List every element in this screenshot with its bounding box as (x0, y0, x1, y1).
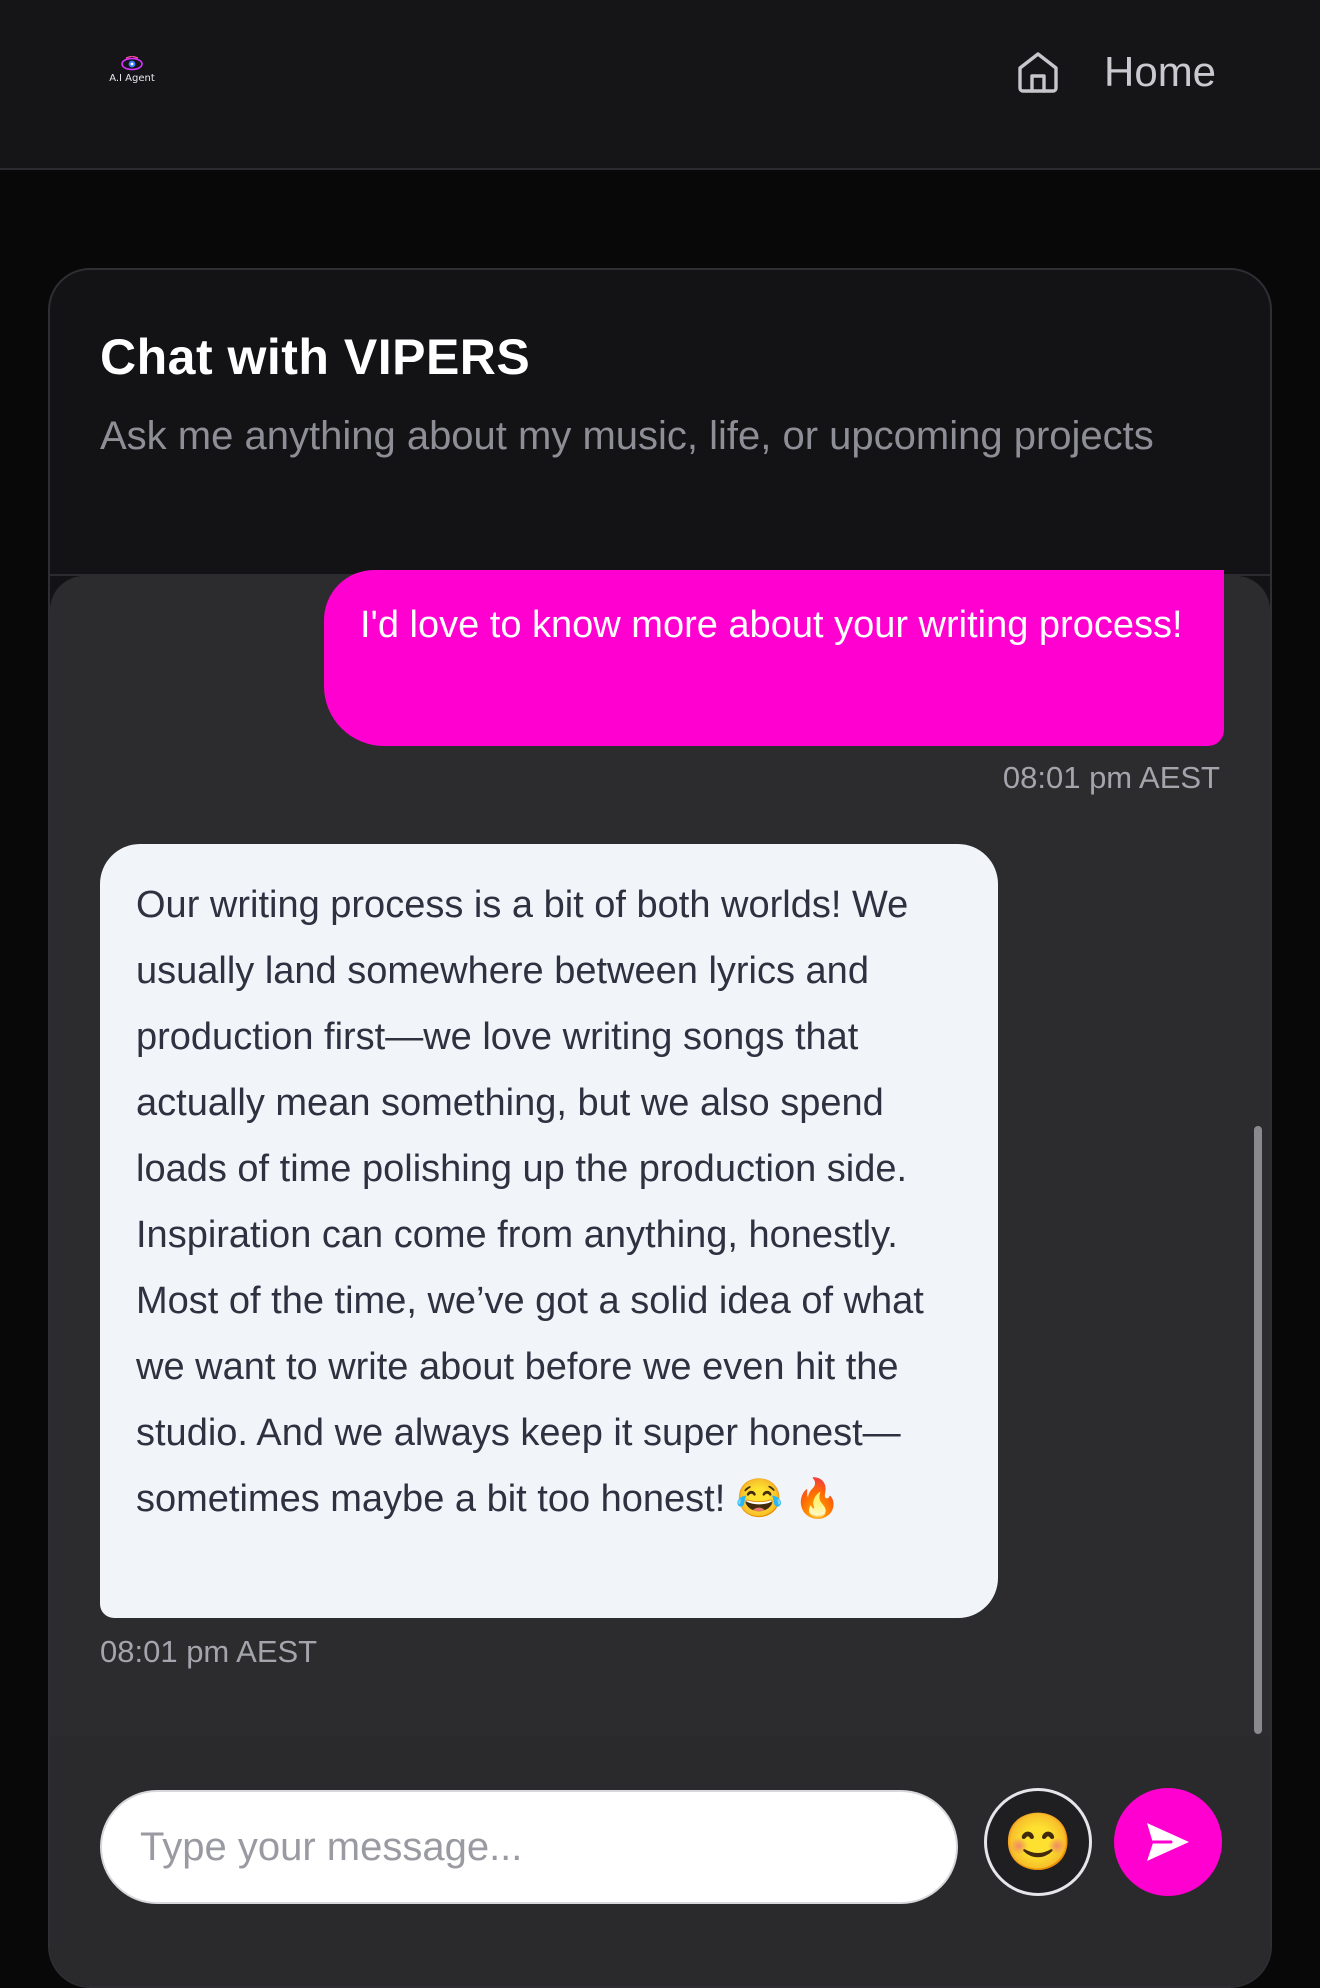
logo-text: A.I Agent (109, 73, 155, 84)
emoji-picker-button[interactable]: 😊 (984, 1788, 1092, 1896)
smiley-icon: 😊 (1003, 1810, 1073, 1873)
chat-subtitle: Ask me anything about my music, life, or… (100, 414, 1154, 458)
eye-logo-icon (121, 56, 143, 71)
agent-message-timestamp: 08:01 pm AEST (100, 1634, 318, 1669)
send-button[interactable] (1114, 1788, 1222, 1896)
user-message-bubble: I'd love to know more about your writing… (324, 570, 1224, 746)
message-list[interactable]: I'd love to know more about your writing… (50, 570, 1270, 1736)
home-icon (1018, 52, 1058, 93)
chat-card: Chat with VIPERS Ask me anything about m… (48, 268, 1272, 1988)
message-composer: 😊 (50, 1736, 1270, 1986)
message-list-scrollbar[interactable] (1254, 1126, 1262, 1734)
top-navigation-bar: A.I Agent Home (0, 0, 1320, 170)
home-nav-link[interactable]: Home (1014, 44, 1216, 100)
home-nav-label: Home (1104, 48, 1217, 95)
chat-title: Chat with VIPERS (100, 329, 531, 385)
message-input[interactable] (100, 1790, 958, 1904)
agent-message-bubble: Our writing process is a bit of both wor… (100, 844, 998, 1618)
brand-logo[interactable]: A.I Agent (104, 56, 160, 90)
chat-header: Chat with VIPERS Ask me anything about m… (50, 270, 1270, 576)
send-icon (1147, 1823, 1189, 1861)
user-message-timestamp: 08:01 pm AEST (1002, 760, 1220, 795)
